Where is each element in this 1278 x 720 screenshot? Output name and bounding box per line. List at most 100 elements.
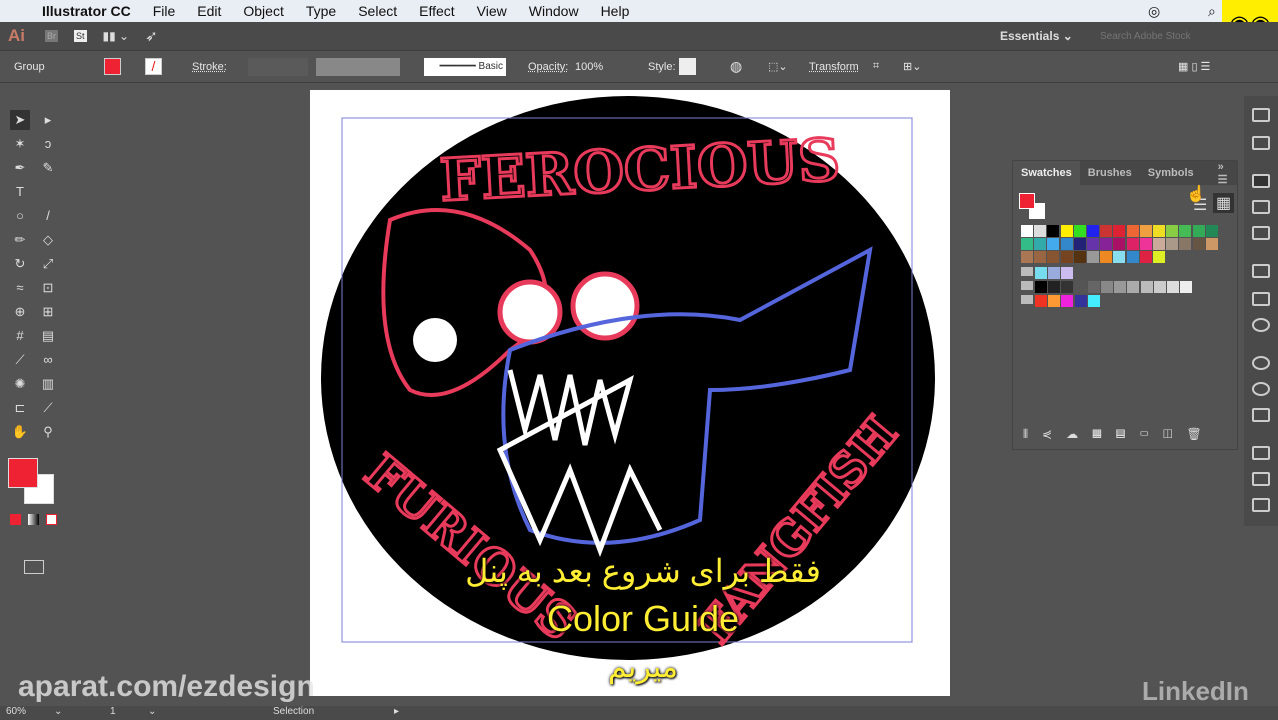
brushes-icon[interactable] [1252,200,1270,214]
swatch[interactable] [1073,225,1086,237]
artboard-dropdown-icon[interactable]: ⌄ [148,706,156,717]
scale-tool-icon[interactable]: ⤢ [38,254,58,274]
artboard-tool-icon[interactable]: ⊏ [10,398,30,418]
none-mode-button[interactable] [46,514,57,525]
swatch[interactable] [1021,225,1033,237]
app-menu[interactable]: Illustrator CC [42,3,131,19]
swatch[interactable] [1126,238,1139,250]
swatch[interactable] [1100,238,1113,250]
color-mode-button[interactable] [10,514,21,525]
swatch[interactable] [1139,225,1152,237]
swatch[interactable] [1047,238,1060,250]
swatch[interactable] [1048,295,1061,307]
transform-link[interactable]: Transform [809,61,859,73]
pen-tool-icon[interactable]: ✒ [10,158,30,178]
swatch[interactable] [1153,225,1165,237]
document-icon[interactable] [1252,136,1270,150]
swatch[interactable] [1140,281,1153,293]
swatch[interactable] [1035,281,1047,293]
menu-object[interactable]: Object [243,3,283,19]
lasso-tool-icon[interactable]: ↄ [38,134,58,154]
ellipse-tool-icon[interactable]: ○ [10,206,30,226]
panel-fill-swatch[interactable] [1019,193,1035,209]
swatch[interactable] [1047,251,1060,263]
gradient-mode-button[interactable] [28,514,39,525]
tab-symbols[interactable]: Symbols [1140,167,1202,179]
swatch[interactable] [1087,225,1099,237]
delete-icon[interactable]: 🗑 [1187,427,1216,441]
swatch[interactable] [1061,281,1074,293]
grid-view-icon[interactable]: ▦ [1213,193,1235,213]
select-similar-icon[interactable]: ⊞⌄ [903,60,921,73]
menu-view[interactable]: View [477,3,507,19]
magic-wand-tool-icon[interactable]: ✶ [10,134,30,154]
swatch[interactable] [1179,225,1192,237]
swatch[interactable] [1061,295,1074,307]
swatch[interactable] [1060,225,1073,237]
swatch[interactable] [1153,281,1166,293]
menu-edit[interactable]: Edit [197,3,221,19]
appearance-icon[interactable] [1252,382,1270,396]
swatch[interactable] [1126,251,1139,263]
brush-definition-dropdown[interactable]: ━━━━━━ Basic [424,57,506,76]
workspace-switcher[interactable]: Essentials ⌄ [1000,29,1073,43]
stroke-color-swatch[interactable]: / [145,58,162,75]
transparency-icon[interactable] [1252,318,1270,332]
swatch[interactable] [1113,238,1126,250]
swatch[interactable] [1061,267,1074,279]
stroke-label[interactable]: Stroke: [192,61,227,73]
tab-brushes[interactable]: Brushes [1080,167,1140,179]
cloud-icon[interactable]: ☁ [1066,427,1092,441]
direct-selection-tool-icon[interactable]: ▸ [38,110,58,130]
zoom-level[interactable]: 60% [6,706,26,717]
bridge-button[interactable]: Br [45,30,58,42]
shape-builder-tool-icon[interactable]: ⊕ [10,302,30,322]
swatch[interactable] [1192,225,1205,237]
menu-effect[interactable]: Effect [419,3,455,19]
swatch[interactable] [1113,251,1126,263]
selection-tool-icon[interactable]: ➤ [10,110,30,130]
swatch[interactable] [1179,238,1192,250]
curvature-tool-icon[interactable]: ✎ [38,158,58,178]
swatch[interactable] [1113,225,1126,237]
eyedropper-tool-icon[interactable]: ⟋ [10,350,30,370]
export-icon[interactable] [1252,446,1270,460]
swatch[interactable] [1034,238,1047,250]
isolate-group-icon[interactable]: ⌗ [873,60,879,73]
tab-swatches[interactable]: Swatches [1013,161,1080,185]
swatch[interactable] [1180,281,1193,293]
eraser-tool-icon[interactable]: ◇ [38,230,58,250]
stock-button[interactable]: St [74,30,87,42]
swatch[interactable] [1087,238,1099,250]
swatch[interactable] [1192,238,1205,250]
swatch[interactable] [1035,295,1047,307]
swatch[interactable] [1060,251,1073,263]
paintbrush-tool-icon[interactable]: / [38,206,58,226]
align-icon[interactable]: ⬚⌄ [768,60,788,73]
graph-tool-icon[interactable]: ▥ [38,374,58,394]
swatch-options-icon[interactable]: ▦ [1092,427,1116,441]
search-icon[interactable]: ⌕ [1208,3,1216,20]
artboard-number[interactable]: 1 [110,706,116,717]
gradient-icon[interactable] [1252,292,1270,306]
swatch[interactable] [1048,281,1061,293]
stock-search-input[interactable] [1100,27,1215,45]
color-group-folder-icon[interactable] [1021,295,1033,304]
mesh-tool-icon[interactable]: # [10,326,30,346]
swatch[interactable] [1074,295,1087,307]
swatch[interactable] [1153,238,1165,250]
swatch[interactable] [1073,251,1086,263]
free-transform-tool-icon[interactable]: ⊡ [38,278,58,298]
swatch[interactable] [1060,238,1073,250]
swatch[interactable] [1047,225,1060,237]
type-tool-icon[interactable]: T [10,182,30,202]
screen-mode-icon[interactable] [24,560,44,574]
stroke-weight-field[interactable] [248,57,308,76]
swatch[interactable] [1167,281,1179,293]
rotate-tool-icon[interactable]: ↻ [10,254,30,274]
share-icon[interactable]: ⋞ [1042,427,1066,441]
width-tool-icon[interactable]: ≈ [10,278,30,298]
status-menu-icon[interactable]: ▸ [394,706,399,717]
symbols-icon[interactable] [1252,226,1270,240]
swatch[interactable] [1034,225,1047,237]
